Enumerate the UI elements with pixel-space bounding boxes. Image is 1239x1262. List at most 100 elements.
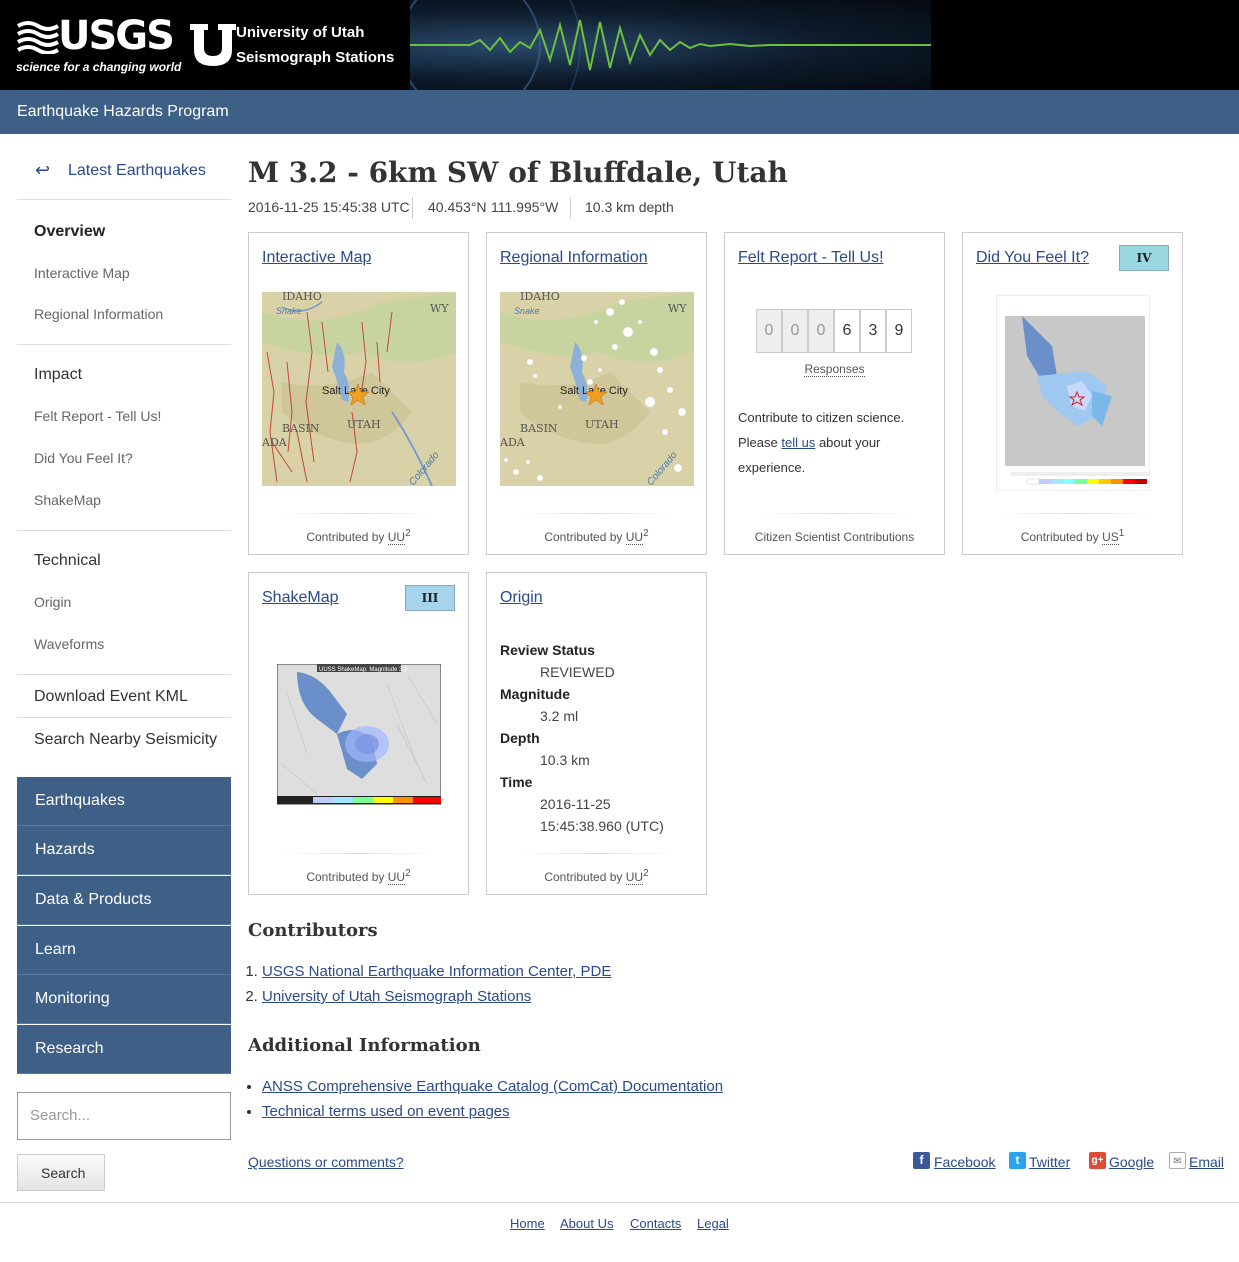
contributor-sup: 2 [405,868,411,879]
contributor-code[interactable]: UU [387,870,406,885]
time-clock-value: 15:45:38.960 (UTC) [540,818,664,834]
interactive-map-card[interactable]: Interactive Map IDAHO WY Snake Salt Lake… [248,232,469,555]
shakemap-image[interactable]: UUSS ShakeMap: Magnitude 3.2 [277,664,441,816]
email-icon[interactable]: ✉ [1169,1152,1186,1169]
footer-home-link[interactable]: Home [510,1216,545,1231]
sidebar-item-waveforms[interactable]: Waveforms [34,636,104,652]
nav-learn[interactable]: Learn [17,926,231,975]
facebook-icon[interactable]: f [913,1152,930,1169]
tell-us-link[interactable]: tell us [781,435,815,450]
sidebar-item-impact[interactable]: Impact [34,366,82,384]
nav-data-products[interactable]: Data & Products [17,876,231,925]
contributed-label: Contributed by [306,870,385,884]
map-label-idaho: IDAHO [520,292,560,303]
sidebar-item-search-nearby[interactable]: Search Nearby Seismicity [34,731,217,749]
latest-earthquakes-link[interactable]: ↩ Latest Earthquakes [17,160,231,200]
map-label-basin: BASIN [282,422,320,435]
search-button[interactable]: Search [17,1154,105,1191]
nav-hazards[interactable]: Hazards [17,826,231,875]
origin-link[interactable]: Origin [500,589,543,607]
google-plus-icon[interactable]: g+ [1089,1152,1106,1169]
sidebar-item-regional-information[interactable]: Regional Information [34,306,163,322]
sidebar-item-interactive-map[interactable]: Interactive Map [34,265,130,281]
sidebar-item-shakemap[interactable]: ShakeMap [34,492,101,508]
questions-link[interactable]: Questions or comments? [248,1154,404,1170]
sidebar-item-origin[interactable]: Origin [34,594,71,610]
contributed-label: Contributed by [1020,530,1099,544]
back-arrow-icon: ↩ [35,160,51,180]
latest-earthquakes-label: Latest Earthquakes [68,162,206,179]
twitter-icon[interactable]: t [1009,1152,1026,1169]
sidebar-item-overview[interactable]: Overview [34,223,105,241]
footer-legal-link[interactable]: Legal [697,1216,729,1231]
contributed-label: Contributed by [306,530,385,544]
search-input[interactable]: Search... [17,1092,231,1140]
shakemap-link[interactable]: ShakeMap [262,589,339,607]
usgs-wordmark: USGS [58,13,175,59]
depth-label: Depth [500,730,540,746]
interactive-map-image[interactable]: IDAHO WY Snake Salt Lake City UTAH BASIN… [262,292,456,486]
map-label-ada: ADA [500,436,526,449]
sidebar-item-technical[interactable]: Technical [34,552,101,570]
share-facebook[interactable]: Facebook [934,1154,995,1170]
share-twitter[interactable]: Twitter [1029,1154,1070,1170]
regional-information-card[interactable]: Regional Information IDAHO WY Snake Salt… [486,232,707,555]
interactive-map-link[interactable]: Interactive Map [262,249,371,267]
counter-digit: 0 [756,309,782,353]
contributor-code[interactable]: UU [387,530,406,545]
map-label-utah: UTAH [347,418,381,431]
contributor-link-pde[interactable]: USGS National Earthquake Information Cen… [262,963,611,980]
footer-divider [0,1202,1239,1203]
contributed-by: Contributed by UU2 [249,868,468,885]
contributor-code[interactable]: UU [625,870,644,885]
footer-about-link[interactable]: About Us [560,1216,613,1231]
university-of-utah-logo-icon[interactable] [188,22,238,68]
list-item: Technical terms used on event pages [262,1099,723,1124]
uu-seismograph-title: University of Utah Seismograph Stations [236,20,394,70]
contributor-code[interactable]: UU [625,530,644,545]
nav-research[interactable]: Research [17,1025,231,1074]
contributor-link-uuss[interactable]: University of Utah Seismograph Stations [262,988,531,1005]
felt-report-link[interactable]: Felt Report - Tell Us! [738,249,884,267]
map-label-wy: WY [430,302,449,315]
program-title[interactable]: Earthquake Hazards Program [17,103,229,121]
page-title: M 3.2 - 6km SW of Bluffdale, Utah [248,156,788,189]
contributor-code[interactable]: US [1102,530,1119,545]
additional-info-heading: Additional Information [248,1035,481,1056]
origin-summary: Review Status REVIEWED Magnitude 3.2 ml … [500,639,664,837]
card-divider [517,513,677,514]
dyfi-link[interactable]: Did You Feel It? [976,249,1089,267]
nav-monitoring[interactable]: Monitoring [17,975,231,1024]
contributed-by: Contributed by UU2 [487,868,706,885]
dyfi-map-image[interactable] [996,295,1150,491]
contributed-label: Contributed by [544,870,623,884]
map-label-basin: BASIN [520,422,558,435]
footer-contacts-link[interactable]: Contacts [630,1216,681,1231]
nav-earthquakes[interactable]: Earthquakes [17,777,231,826]
share-email[interactable]: Email [1189,1154,1224,1170]
program-navbar: Earthquake Hazards Program [0,90,1239,134]
responses-label: Responses [725,362,944,377]
event-lon: 111.995°W [491,199,559,215]
origin-card[interactable]: Origin Review Status REVIEWED Magnitude … [486,572,707,895]
comcat-docs-link[interactable]: ANSS Comprehensive Earthquake Catalog (C… [262,1078,723,1095]
share-google[interactable]: Google [1109,1154,1154,1170]
regional-map-image[interactable]: IDAHO WY Snake Salt Lake City UTAH BASIN… [500,292,694,486]
magnitude-label: Magnitude [500,686,570,702]
map-label-snake: Snake [514,306,540,316]
contributor-sup: 2 [643,528,649,539]
felt-report-card[interactable]: Felt Report - Tell Us! 0 0 0 6 3 9 Respo… [724,232,945,555]
usgs-logo[interactable]: USGS science for a changing world [16,13,181,74]
sidebar-item-felt-report[interactable]: Felt Report - Tell Us! [34,408,161,424]
shakemap-card[interactable]: ShakeMap III UUSS ShakeMap: Magnitude 3.… [248,572,469,895]
sidebar-item-dyfi[interactable]: Did You Feel It? [34,450,133,466]
dyfi-card[interactable]: Did You Feel It? IV Contributed by US1 [962,232,1183,555]
sidebar-divider [17,530,231,531]
sidebar-item-download-kml[interactable]: Download Event KML [34,688,188,706]
event-lat: 40.453°N [428,199,487,215]
contributed-by: Contributed by UU2 [249,528,468,545]
technical-terms-link[interactable]: Technical terms used on event pages [262,1103,510,1120]
seismogram-banner [410,0,931,90]
regional-information-link[interactable]: Regional Information [500,249,648,267]
event-depth: 10.3 km depth [585,199,674,215]
